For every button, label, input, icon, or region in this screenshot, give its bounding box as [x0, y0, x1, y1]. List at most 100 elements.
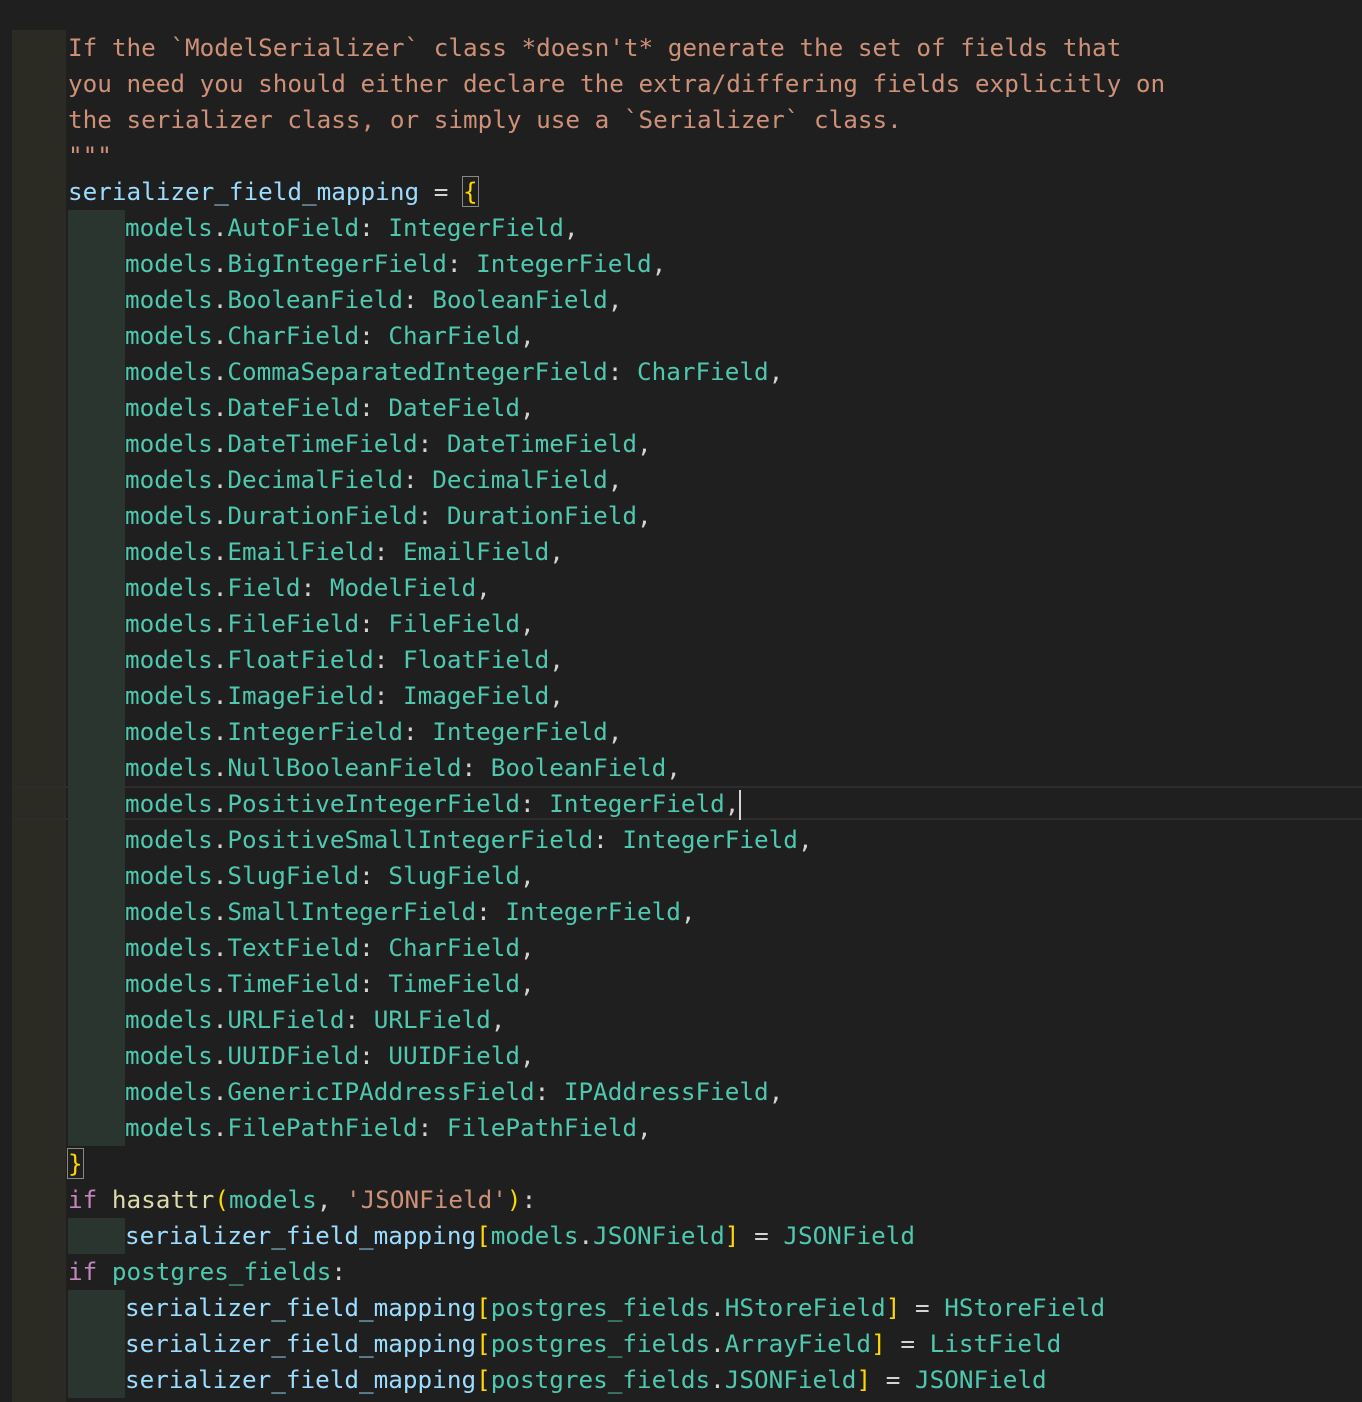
comma: , [724, 789, 740, 818]
mapping-entry[interactable]: models.AutoField: IntegerField, [68, 210, 579, 246]
comma: , [520, 321, 535, 350]
mapping-entry[interactable]: models.CharField: CharField, [68, 318, 535, 354]
mapping-entry[interactable]: models.BigIntegerField: IntegerField, [68, 246, 666, 282]
serializer-field-name: URLField [373, 1005, 491, 1034]
open-paren: ( [214, 1185, 229, 1214]
module-name: models [125, 321, 213, 350]
mapping-entry[interactable]: models.SmallIntegerField: IntegerField, [68, 894, 696, 930]
docstring-line[interactable]: you need you should either declare the e… [68, 66, 1165, 102]
dot: . [212, 393, 228, 422]
serializer-field-name: CharField [637, 357, 769, 386]
serializer-field-name: IntegerField [505, 897, 681, 926]
mapping-entry[interactable]: models.FloatField: FloatField, [68, 642, 564, 678]
mapping-entry[interactable]: models.ImageField: ImageField, [68, 678, 564, 714]
serializer-field-name: IntegerField [388, 213, 564, 242]
serializer-field-name: JSONField [914, 1365, 1047, 1394]
colon: : [373, 645, 403, 674]
mapping-entry[interactable]: models.URLField: URLField, [68, 1002, 505, 1038]
model-field-name: FileField [227, 609, 360, 638]
colon: : [521, 1185, 537, 1214]
mapping-entry[interactable]: models.IntegerField: IntegerField, [68, 714, 622, 750]
postgres-assignment[interactable]: serializer_field_mapping[postgres_fields… [68, 1290, 1105, 1326]
json-assignment[interactable]: serializer_field_mapping[models.JSONFiel… [68, 1218, 915, 1254]
open-brace: { [461, 176, 479, 207]
mapping-declaration[interactable]: serializer_field_mapping = { [68, 174, 479, 210]
mapping-entry[interactable]: models.DateTimeField: DateTimeField, [68, 426, 652, 462]
dot: . [710, 1365, 725, 1394]
mapping-close[interactable]: } [67, 1146, 84, 1182]
model-field-name: TextField [227, 933, 360, 962]
dot: . [212, 1041, 228, 1070]
hasattr-condition[interactable]: if hasattr(models, 'JSONField'): [68, 1182, 536, 1218]
postgres-assignment[interactable]: serializer_field_mapping[postgres_fields… [68, 1362, 1047, 1398]
close-bracket: ] [871, 1329, 886, 1358]
close-brace: } [67, 1148, 84, 1179]
comma: , [316, 1185, 346, 1214]
serializer-field-name: FloatField [402, 645, 550, 674]
comma: , [607, 465, 623, 494]
mapping-entry[interactable]: models.TextField: CharField, [68, 930, 535, 966]
serializer-field-name: DateField [388, 393, 520, 422]
mapping-entry[interactable]: models.PositiveSmallIntegerField: Intege… [68, 822, 813, 858]
dot: . [212, 681, 228, 710]
postgres-condition[interactable]: if postgres_fields: [68, 1254, 346, 1290]
mapping-entry[interactable]: models.FilePathField: FilePathField, [68, 1110, 652, 1146]
mapping-entry[interactable]: models.CommaSeparatedIntegerField: CharF… [68, 354, 783, 390]
mapping-entry[interactable]: models.Field: ModelField, [68, 570, 491, 606]
mapping-entry[interactable]: models.PositiveIntegerField: IntegerFiel… [68, 786, 742, 822]
serializer-field-name: HStoreField [944, 1293, 1106, 1322]
dot: . [212, 321, 228, 350]
colon: : [359, 1041, 389, 1070]
dot: . [212, 645, 228, 674]
serializer-field-name: ModelField [329, 573, 477, 602]
module-name: models [125, 249, 213, 278]
close-bracket: ] [724, 1221, 740, 1250]
serializer-field-name: DateTimeField [446, 429, 638, 458]
mapping-entry[interactable]: models.SlugField: SlugField, [68, 858, 535, 894]
mapping-entry[interactable]: models.DateField: DateField, [68, 390, 535, 426]
mapping-variable: serializer_field_mapping [68, 177, 420, 206]
colon: : [607, 357, 638, 386]
mapping-entry[interactable]: models.UUIDField: UUIDField, [68, 1038, 535, 1074]
mapping-entry[interactable]: models.TimeField: TimeField, [68, 966, 535, 1002]
colon: : [402, 717, 433, 746]
model-field-name: ArrayField [724, 1329, 872, 1358]
serializer-field-name: BooleanField [490, 753, 667, 782]
module-name: models [125, 897, 213, 926]
dot: . [710, 1293, 725, 1322]
mapping-entry[interactable]: models.BooleanField: BooleanField, [68, 282, 622, 318]
mapping-entry[interactable]: models.GenericIPAddressField: IPAddressF… [68, 1074, 783, 1110]
mapping-entry[interactable]: models.DurationField: DurationField, [68, 498, 652, 534]
model-field-name: JSONField [593, 1221, 725, 1250]
comma: , [520, 1041, 535, 1070]
comma: , [651, 249, 667, 278]
mapping-entry[interactable]: models.EmailField: EmailField, [68, 534, 564, 570]
code-editor[interactable]: If the `ModelSerializer` class *doesn't*… [0, 0, 1362, 1402]
postgres-assignment[interactable]: serializer_field_mapping[postgres_fields… [68, 1326, 1061, 1362]
model-field-name: FilePathField [227, 1113, 418, 1142]
docstring-line[interactable]: """ [68, 138, 112, 174]
model-field-name: DurationField [227, 501, 418, 530]
dot: . [212, 933, 228, 962]
model-field-name: PositiveIntegerField [227, 789, 520, 818]
docstring-line[interactable]: If the `ModelSerializer` class *doesn't*… [68, 30, 1121, 66]
serializer-field-name: IntegerField [622, 825, 798, 854]
comma: , [637, 1113, 652, 1142]
colon: : [476, 897, 506, 926]
dot: . [710, 1329, 725, 1358]
mapping-entry[interactable]: models.FileField: FileField, [68, 606, 535, 642]
comma: , [520, 861, 535, 890]
dot: . [212, 861, 228, 890]
comma: , [549, 681, 564, 710]
colon: : [373, 537, 403, 566]
mapping-entry[interactable]: models.NullBooleanField: BooleanField, [68, 750, 681, 786]
colon: : [359, 321, 389, 350]
docstring-line[interactable]: the serializer class, or simply use a `S… [68, 102, 902, 138]
assign-operator: = [900, 1293, 945, 1322]
model-field-name: SmallIntegerField [227, 897, 477, 926]
module-name: models [125, 1041, 213, 1070]
module-name: models [125, 573, 213, 602]
mapping-entry[interactable]: models.DecimalField: DecimalField, [68, 462, 622, 498]
serializer-field-name: IPAddressField [563, 1077, 769, 1106]
